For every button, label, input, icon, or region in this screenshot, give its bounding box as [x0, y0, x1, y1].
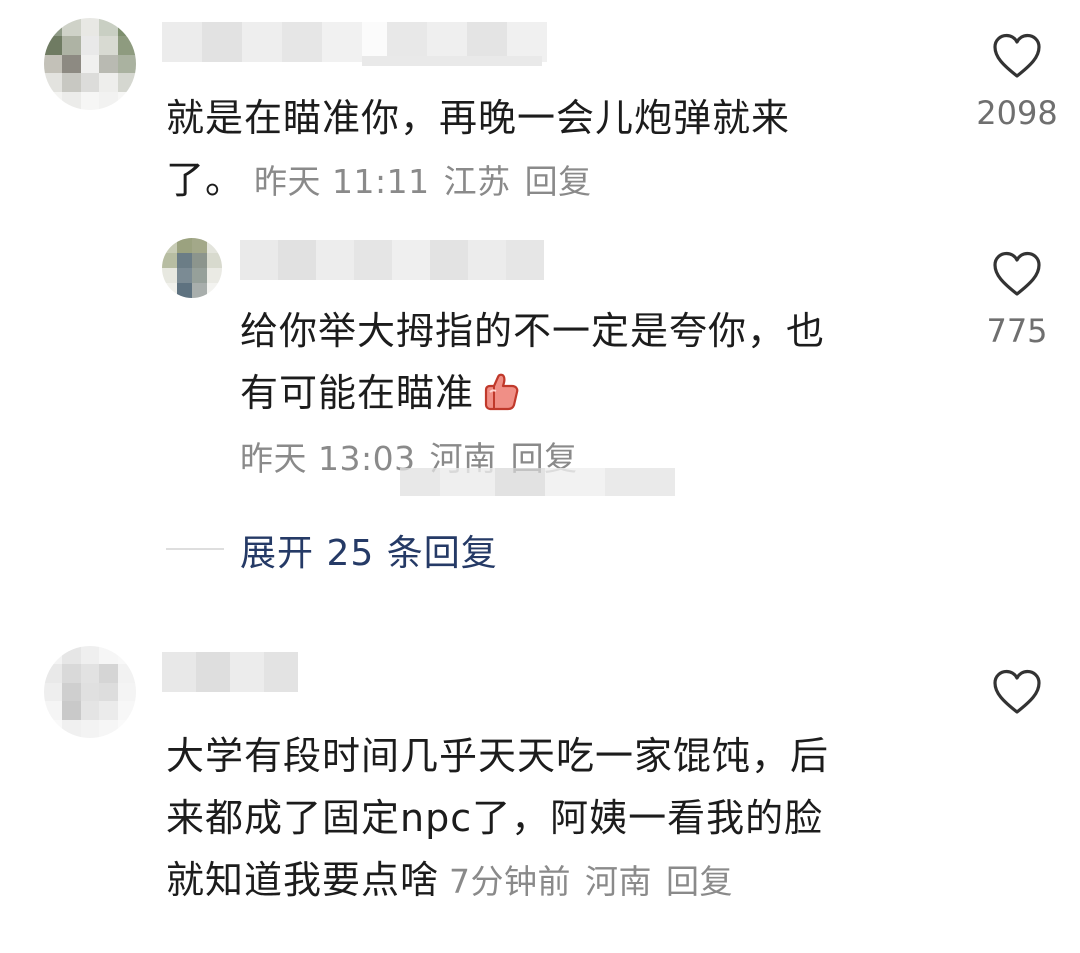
- username-blurred-lower: [362, 56, 542, 66]
- comment-meta: 7分钟前 河南 回复: [449, 862, 733, 901]
- comment-text: 就是在瞄准你，再晚一会儿炮弹就来 了。 昨天 11:11 江苏 回复: [166, 96, 791, 202]
- thumbs-up-icon: [484, 373, 519, 411]
- username-blurred[interactable]: [162, 652, 298, 692]
- expand-replies-button[interactable]: 展开 25 条回复: [240, 524, 498, 576]
- reply-text: 给你举大拇指的不一定是夸你，也 有可能在瞄准: [240, 309, 826, 415]
- username-blurred[interactable]: [240, 240, 544, 280]
- expand-divider: [166, 548, 224, 550]
- like-button[interactable]: 775: [972, 250, 1062, 350]
- comment-text: 大学有段时间几乎天天吃一家馄饨，后 来都成了固定npc了，阿姨一看我的脸 就知道…: [166, 734, 830, 902]
- like-button[interactable]: 2098: [972, 32, 1062, 132]
- heart-outline-icon: [993, 251, 1041, 296]
- reply-button[interactable]: 回复: [525, 162, 592, 201]
- avatar[interactable]: [44, 646, 136, 738]
- avatar[interactable]: [162, 238, 222, 298]
- like-count: 2098: [976, 94, 1058, 132]
- watermark-smudge: [400, 468, 675, 496]
- comment-location: 江苏: [443, 162, 511, 201]
- avatar[interactable]: [44, 18, 136, 110]
- heart-outline-icon: [993, 669, 1041, 714]
- like-count: 775: [986, 312, 1048, 350]
- comment-time: 昨天 11:11: [254, 162, 430, 201]
- comment-location: 河南: [585, 862, 653, 901]
- comment-meta: 昨天 11:11 江苏 回复: [254, 162, 592, 201]
- comment-time: 7分钟前: [449, 862, 572, 901]
- comment-time: 昨天 13:03: [240, 439, 416, 478]
- like-button[interactable]: [972, 668, 1062, 730]
- heart-outline-icon: [993, 33, 1041, 78]
- reply-button[interactable]: 回复: [666, 862, 733, 901]
